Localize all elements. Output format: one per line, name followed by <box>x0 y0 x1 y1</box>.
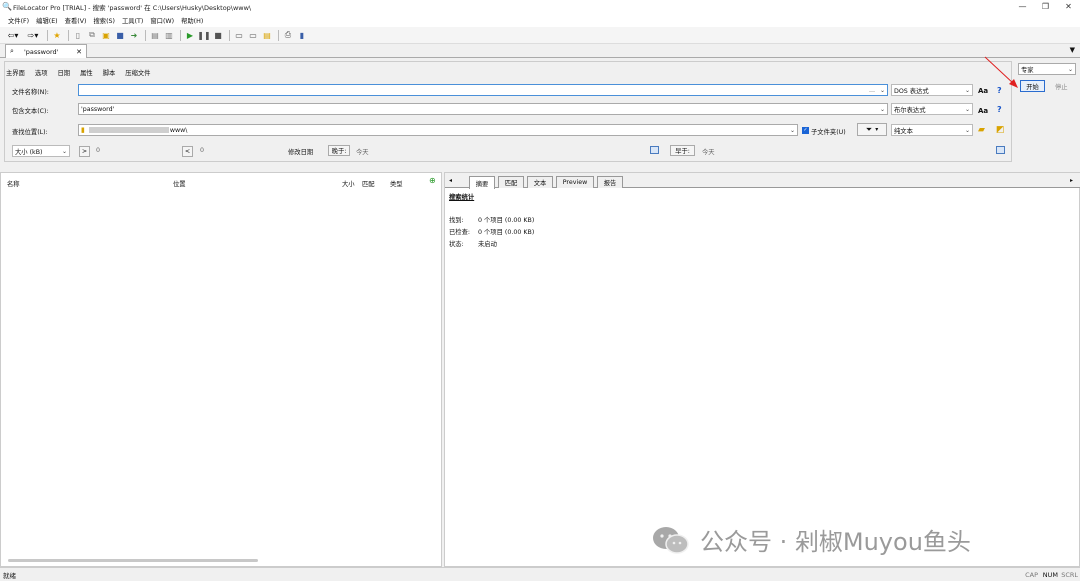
detail-tabs: ◂ 摘要 匹配 文本 Preview 报告 ▸ <box>445 173 1080 189</box>
found-value: 0 个项目 (0.00 KB) <box>478 217 535 224</box>
size-less-value[interactable]: 0 <box>200 147 204 154</box>
subfolders-checkbox[interactable]: ✓ <box>802 127 809 134</box>
chevron-down-icon[interactable]: ⌄ <box>880 106 885 113</box>
tab-preview[interactable]: Preview <box>556 176 594 188</box>
column-chooser-icon[interactable]: ⊕ <box>429 176 436 185</box>
case-sensitive-icon[interactable]: Aa <box>978 107 988 115</box>
chevron-down-icon: ⌄ <box>964 126 970 134</box>
num-indicator: NUM <box>1042 570 1058 579</box>
column-type[interactable]: 类型 <box>390 177 403 189</box>
help-icon[interactable]: ? <box>997 105 1002 114</box>
watermark-text: 公众号 · 剁椒Muyou鱼头 <box>700 528 971 556</box>
tab-matches[interactable]: 匹配 <box>498 176 524 188</box>
lookin-input[interactable]: ▮ www\ ⌄ <box>78 124 798 136</box>
subfolders-label: 子文件夹(U) <box>811 129 846 136</box>
red-arrow-annotation <box>984 56 1018 88</box>
calendar-icon[interactable] <box>996 146 1005 154</box>
state-label: 状态: <box>449 241 464 248</box>
filter-icon: ⏷ <box>865 124 873 134</box>
chevron-down-icon[interactable]: ⌄ <box>790 127 795 134</box>
watermark: 公众号 · 剁椒Muyou鱼头 <box>652 522 971 557</box>
column-location[interactable]: 位置 <box>173 177 186 189</box>
size-greater-value[interactable]: 0 <box>96 147 100 154</box>
status-bar: 就绪 CAP NUM SCRL <box>0 567 1080 581</box>
lookin-label: 查找位置(L): <box>12 129 48 136</box>
results-list[interactable]: 名称 位置 大小 匹配 类型 ⊕ <box>0 172 442 567</box>
calendar-icon[interactable] <box>650 146 659 154</box>
scroll-lock-indicator: SCRL <box>1061 570 1078 579</box>
size-less-button[interactable]: < <box>182 146 193 157</box>
blurred-path <box>88 127 169 133</box>
tab-text[interactable]: 文本 <box>527 176 553 188</box>
state-value: 未启动 <box>478 241 497 248</box>
horizontal-scrollbar[interactable] <box>8 559 258 562</box>
browse-folder-icon[interactable]: ▰ <box>978 125 985 135</box>
folder-icon: ▮ <box>81 126 85 134</box>
scroll-left-icon[interactable]: ◂ <box>449 177 452 184</box>
detail-pane: ◂ 摘要 匹配 文本 Preview 报告 ▸ 搜索统计 找到: 0 个项目 (… <box>444 172 1080 567</box>
caps-indicator: CAP <box>1025 570 1038 579</box>
size-greater-button[interactable]: > <box>79 146 90 157</box>
size-unit-select[interactable]: 大小 (kB) ⌄ <box>12 145 70 157</box>
status-text: 就绪 <box>3 571 16 580</box>
later-than-button[interactable]: 晚于: <box>328 145 350 156</box>
wechat-logo-icon <box>653 526 689 554</box>
chevron-down-icon: ▾ <box>875 126 879 133</box>
chevron-down-icon: ⌄ <box>61 147 67 155</box>
tab-summary[interactable]: 摘要 <box>469 176 495 189</box>
modified-date-label: 修改日期 <box>288 149 314 156</box>
earlier-than-value[interactable]: 今天 <box>702 147 715 156</box>
checked-label: 已检查: <box>449 229 471 236</box>
contains-text-input[interactable]: 'password' ⌄ <box>78 103 888 115</box>
earlier-than-button[interactable]: 早于: <box>670 145 695 156</box>
column-size[interactable]: 大小 <box>342 177 355 189</box>
later-than-value[interactable]: 今天 <box>356 147 369 156</box>
column-name[interactable]: 名称 <box>7 177 20 189</box>
chevron-down-icon: ⌄ <box>964 105 970 113</box>
folder-options-icon[interactable]: ◩ <box>996 125 1005 135</box>
contains-mode-select[interactable]: 布尔表达式 ⌄ <box>891 103 973 115</box>
checked-value: 0 个项目 (0.00 KB) <box>478 229 535 236</box>
tab-report[interactable]: 报告 <box>597 176 623 188</box>
contains-label: 包含文本(C): <box>12 108 49 115</box>
text-mode-select[interactable]: 纯文本 ⌄ <box>891 124 973 136</box>
scroll-right-icon[interactable]: ▸ <box>1070 177 1073 184</box>
filter-button[interactable]: ⏷ ▾ <box>857 123 887 136</box>
summary-title: 搜索统计 <box>449 194 475 201</box>
column-match[interactable]: 匹配 <box>362 177 375 189</box>
found-label: 找到: <box>449 217 464 224</box>
